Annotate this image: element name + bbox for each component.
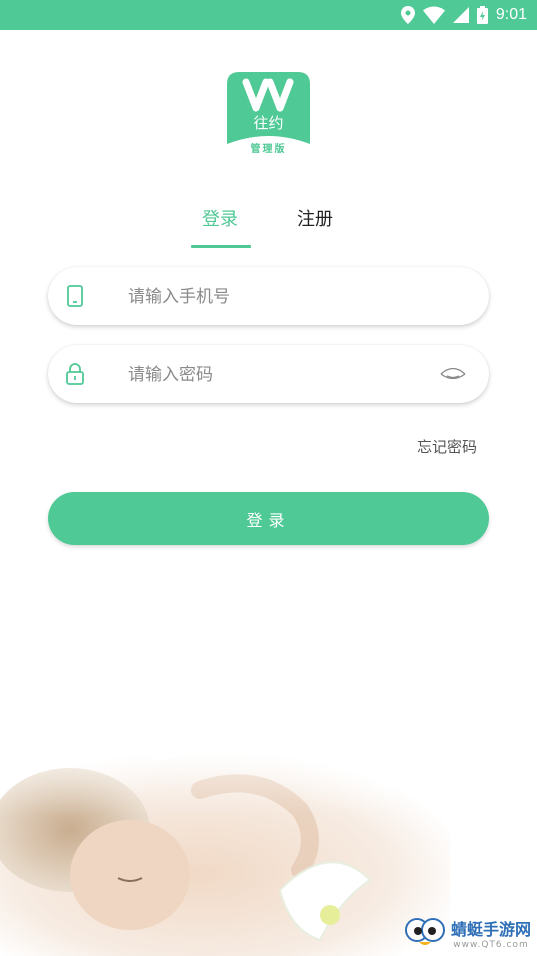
battery-icon: [476, 6, 488, 24]
phone-field[interactable]: [48, 267, 489, 325]
password-field[interactable]: [48, 345, 489, 403]
auth-tabs: 登录 注册: [0, 205, 537, 250]
active-tab-indicator: [191, 245, 251, 248]
lock-icon: [66, 363, 84, 385]
signal-icon: [452, 7, 469, 23]
watermark-url: www.QT6.com: [453, 940, 529, 950]
tab-login[interactable]: 登录: [202, 205, 238, 231]
watermark-title: 蜻蜓手游网: [450, 920, 531, 939]
phone-icon: [67, 285, 83, 307]
forgot-password-link[interactable]: 忘记密码: [417, 436, 477, 457]
app-logo: 往约 管理版: [227, 72, 310, 155]
dragonfly-mascot-icon: [404, 918, 445, 945]
logo-app-name: 往约: [253, 114, 283, 132]
logo-edition: 管理版: [251, 142, 287, 155]
watermark: 蜻蜓手游网 www.QT6.com: [403, 916, 531, 950]
login-button[interactable]: 登录: [48, 492, 489, 545]
phone-input[interactable]: [126, 281, 430, 313]
status-icons: 9:01: [400, 4, 527, 26]
location-icon: [400, 6, 415, 24]
watermark-text: 蜻蜓手游网 www.QT6.com: [451, 916, 531, 950]
tab-register[interactable]: 注册: [297, 205, 333, 231]
status-bar: 9:01: [0, 0, 537, 30]
wifi-icon: [422, 6, 445, 24]
status-time: 9:01: [495, 6, 527, 23]
eye-closed-icon[interactable]: [439, 365, 467, 383]
password-input[interactable]: [126, 359, 430, 391]
